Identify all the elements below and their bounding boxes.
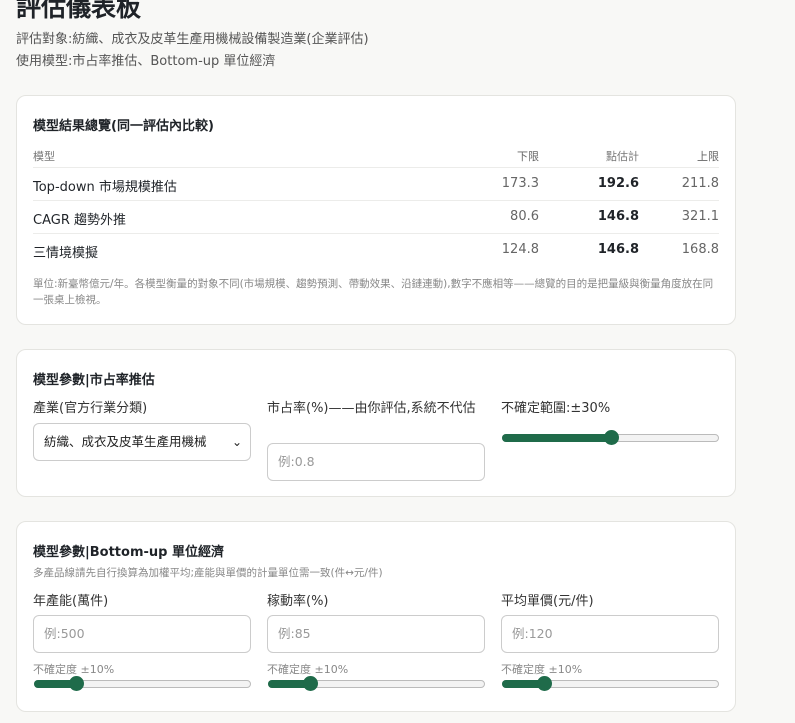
row-model: Top-down 市場規模推估 — [33, 180, 177, 195]
utilization-placeholder: 例:85 — [278, 626, 311, 641]
slider-thumb[interactable] — [603, 430, 619, 445]
row-point: 192.6 — [597, 176, 639, 191]
header-model: 模型 — [33, 150, 55, 163]
slider-thumb[interactable] — [536, 676, 552, 691]
row-model: CAGR 趨勢外推 — [33, 213, 126, 228]
page-title: 評估儀表板 — [16, 0, 142, 22]
table-row: 三情境模擬 124.8 146.8 168.8 — [33, 234, 719, 267]
industry-select[interactable]: 紡織、成衣及皮革生產用機械 ⌄ — [33, 423, 251, 461]
table-row: CAGR 趨勢外推 80.6 146.8 321.1 — [33, 201, 719, 234]
slider-thumb[interactable] — [68, 676, 84, 691]
utilization-uncertainty-label: 不確定度 ±10% — [267, 663, 349, 676]
capacity-placeholder: 例:500 — [44, 626, 85, 641]
models-used: 使用模型:市占率推估、Bottom-up 單位經濟 — [16, 54, 276, 69]
chevron-down-icon: ⌄ — [231, 435, 242, 449]
capacity-uncertainty-label: 不確定度 ±10% — [33, 663, 115, 676]
market-share-card: 模型參數|市占率推估 產業(官方行業分類) 紡織、成衣及皮革生產用機械 ⌄ 市占… — [16, 349, 736, 497]
row-low: 173.3 — [501, 176, 539, 191]
range-slider[interactable] — [502, 430, 719, 446]
market-share-title: 模型參數|市占率推估 — [33, 373, 155, 388]
row-low: 80.6 — [510, 209, 539, 224]
share-placeholder: 例:0.8 — [278, 454, 315, 469]
results-note: 單位:新臺幣億元/年。各模型衡量的對象不同(市場規模、趨勢預測、帶動效果、沿鏈連… — [33, 278, 714, 306]
utilization-uncertainty-slider[interactable] — [268, 676, 485, 692]
range-label: 不確定範圍:±30% — [501, 401, 611, 416]
slider-fill — [502, 434, 611, 442]
slider-thumb[interactable] — [302, 676, 318, 691]
capacity-uncertainty-slider[interactable] — [34, 676, 251, 692]
unit-economics-title: 模型參數|Bottom-up 單位經濟 — [33, 545, 224, 560]
industry-label: 產業(官方行業分類) — [33, 401, 148, 416]
share-input[interactable]: 例:0.8 — [267, 443, 485, 481]
row-high: 168.8 — [681, 242, 719, 257]
row-point: 146.8 — [597, 242, 639, 257]
results-title: 模型結果總覽(同一評估內比較) — [33, 119, 214, 134]
unit-economics-card: 模型參數|Bottom-up 單位經濟 多產品線請先自行換算為加權平均;產能與單… — [16, 521, 736, 712]
row-model: 三情境模擬 — [33, 246, 99, 261]
unit-price-uncertainty-slider[interactable] — [502, 676, 719, 692]
header-low: 下限 — [517, 150, 539, 163]
capacity-input[interactable]: 例:500 — [33, 615, 251, 653]
row-high: 211.8 — [681, 176, 719, 191]
evaluation-target: 評估對象:紡織、成衣及皮革生產用機械設備製造業(企業評估) — [16, 32, 369, 47]
header-point: 點估計 — [606, 150, 639, 163]
utilization-label: 稼動率(%) — [267, 594, 329, 609]
unit-economics-subtitle: 多產品線請先自行換算為加權平均;產能與單價的計量單位需一致(件↔元/件) — [33, 567, 383, 579]
unit-price-placeholder: 例:120 — [512, 626, 553, 641]
utilization-input[interactable]: 例:85 — [267, 615, 485, 653]
row-high: 321.1 — [681, 209, 719, 224]
header-high: 上限 — [697, 150, 719, 163]
table-header: 模型 下限 點估計 上限 — [33, 142, 719, 168]
table-row: Top-down 市場規模推估 173.3 192.6 211.8 — [33, 168, 719, 201]
unit-price-input[interactable]: 例:120 — [501, 615, 719, 653]
industry-select-value: 紡織、成衣及皮革生產用機械 — [44, 434, 207, 449]
row-low: 124.8 — [501, 242, 539, 257]
unit-price-label: 平均單價(元/件) — [501, 594, 594, 609]
results-table: 模型 下限 點估計 上限 Top-down 市場規模推估 173.3 192.6… — [33, 142, 719, 267]
share-label: 市占率(%)——由你評估,系統不代估 — [267, 401, 476, 416]
results-overview-card: 模型結果總覽(同一評估內比較) 模型 下限 點估計 上限 Top-down 市場… — [16, 95, 736, 325]
capacity-label: 年產能(萬件) — [33, 594, 109, 609]
unit-price-uncertainty-label: 不確定度 ±10% — [501, 663, 583, 676]
row-point: 146.8 — [597, 209, 639, 224]
